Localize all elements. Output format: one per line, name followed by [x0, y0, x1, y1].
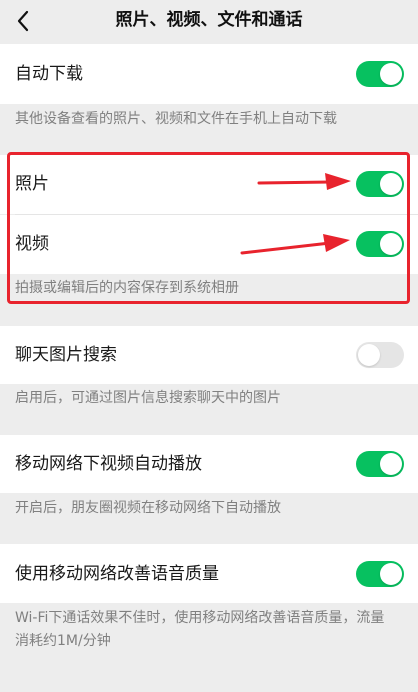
videos-label: 视频 — [15, 234, 49, 254]
photos-row: 照片 — [0, 155, 418, 214]
navigation-bar: 照片、视频、文件和通话 — [0, 0, 418, 44]
voice-quality-label: 使用移动网络改善语音质量 — [15, 564, 219, 584]
auto-download-toggle[interactable] — [356, 61, 404, 87]
voice-quality-note-line2: 消耗约1M/分钟 — [15, 633, 111, 649]
voice-quality-note-line1: Wi-Fi下通话效果不佳时，使用移动网络改善语音质量，流量 — [15, 610, 385, 626]
page-title: 照片、视频、文件和通话 — [115, 10, 303, 30]
videos-row: 视频 — [0, 215, 418, 274]
auto-download-note: 其他设备查看的照片、视频和文件在手机上自动下载 — [15, 111, 337, 127]
videos-toggle[interactable] — [356, 231, 404, 257]
chat-image-search-label: 聊天图片搜索 — [15, 345, 117, 365]
voice-quality-row: 使用移动网络改善语音质量 — [0, 544, 418, 603]
chat-image-search-note: 启用后，可通过图片信息搜索聊天中的图片 — [15, 390, 281, 406]
autoplay-mobile-label: 移动网络下视频自动播放 — [15, 454, 202, 474]
save-to-album-note: 拍摄或编辑后的内容保存到系统相册 — [15, 280, 239, 296]
auto-download-row: 自动下载 — [0, 44, 418, 104]
voice-quality-toggle[interactable] — [356, 561, 404, 587]
autoplay-mobile-note: 开启后，朋友圈视频在移动网络下自动播放 — [15, 500, 281, 516]
auto-download-label: 自动下载 — [15, 64, 83, 84]
photos-label: 照片 — [15, 174, 49, 194]
autoplay-mobile-toggle[interactable] — [356, 451, 404, 477]
autoplay-mobile-row: 移动网络下视频自动播放 — [0, 435, 418, 493]
chat-image-search-toggle[interactable] — [356, 342, 404, 368]
chat-image-search-row: 聊天图片搜索 — [0, 326, 418, 384]
photos-toggle[interactable] — [356, 171, 404, 197]
